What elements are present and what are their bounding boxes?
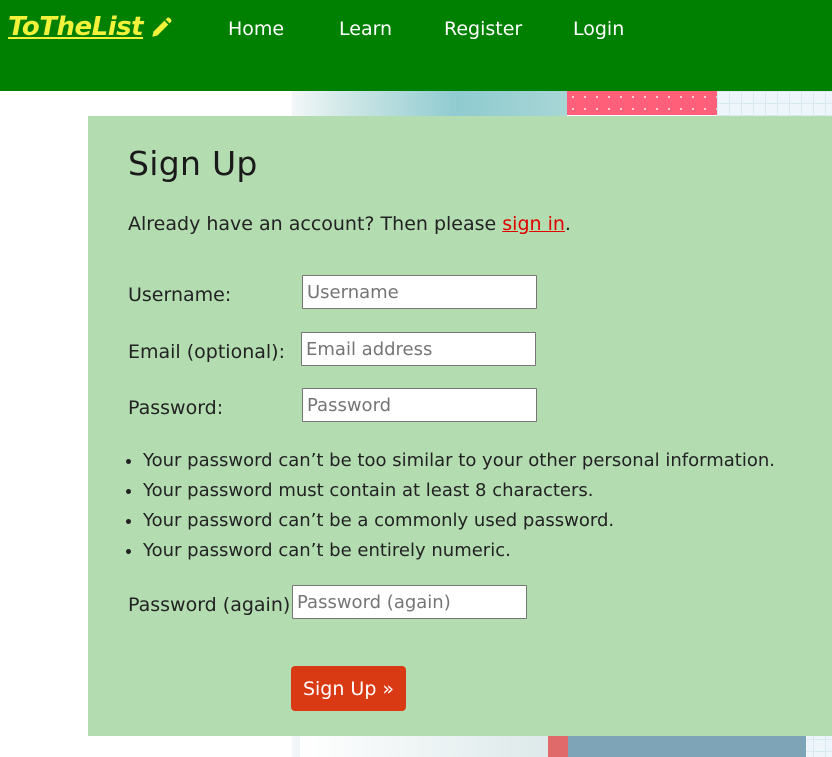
- brand-link[interactable]: ToTheList: [8, 12, 175, 42]
- password-rule: Your password must contain at least 8 ch…: [143, 481, 775, 511]
- background-image-bottom-blue: [568, 736, 806, 757]
- email-input[interactable]: [301, 332, 536, 366]
- nav-register[interactable]: Register: [444, 18, 522, 40]
- background-image-red: [567, 91, 717, 115]
- nav-learn[interactable]: Learn: [339, 18, 392, 40]
- signin-link[interactable]: sign in: [502, 213, 565, 235]
- password-rules-list: Your password can’t be too similar to yo…: [143, 451, 775, 571]
- signup-button[interactable]: Sign Up »: [291, 666, 406, 711]
- username-input[interactable]: [302, 275, 537, 309]
- username-label: Username:: [128, 284, 232, 306]
- password-again-label: Password (again):: [128, 594, 297, 616]
- password-label: Password:: [128, 397, 224, 419]
- brand-text: ToTheList: [8, 12, 144, 42]
- background-image-bottom-red: [548, 736, 568, 757]
- background-image-bottom: [300, 736, 548, 757]
- password-again-input[interactable]: [292, 585, 527, 619]
- page-title: Sign Up: [128, 144, 258, 183]
- signin-prompt-text: Already have an account? Then please: [128, 213, 503, 235]
- email-label: Email (optional):: [128, 341, 285, 363]
- pencil-icon: [152, 17, 172, 37]
- signin-prompt: Already have an account? Then please sig…: [128, 213, 571, 235]
- password-input[interactable]: [302, 388, 537, 422]
- nav-home[interactable]: Home: [228, 18, 284, 40]
- navbar: ToTheList Home Learn Register Login: [0, 0, 832, 91]
- signin-prompt-suffix: .: [564, 213, 571, 235]
- password-rule: Your password can’t be a commonly used p…: [143, 511, 775, 541]
- password-rule: Your password can’t be too similar to yo…: [143, 451, 775, 481]
- signup-card: Sign Up Already have an account? Then pl…: [88, 116, 832, 736]
- nav-login[interactable]: Login: [573, 18, 624, 40]
- password-rule: Your password can’t be entirely numeric.: [143, 541, 775, 571]
